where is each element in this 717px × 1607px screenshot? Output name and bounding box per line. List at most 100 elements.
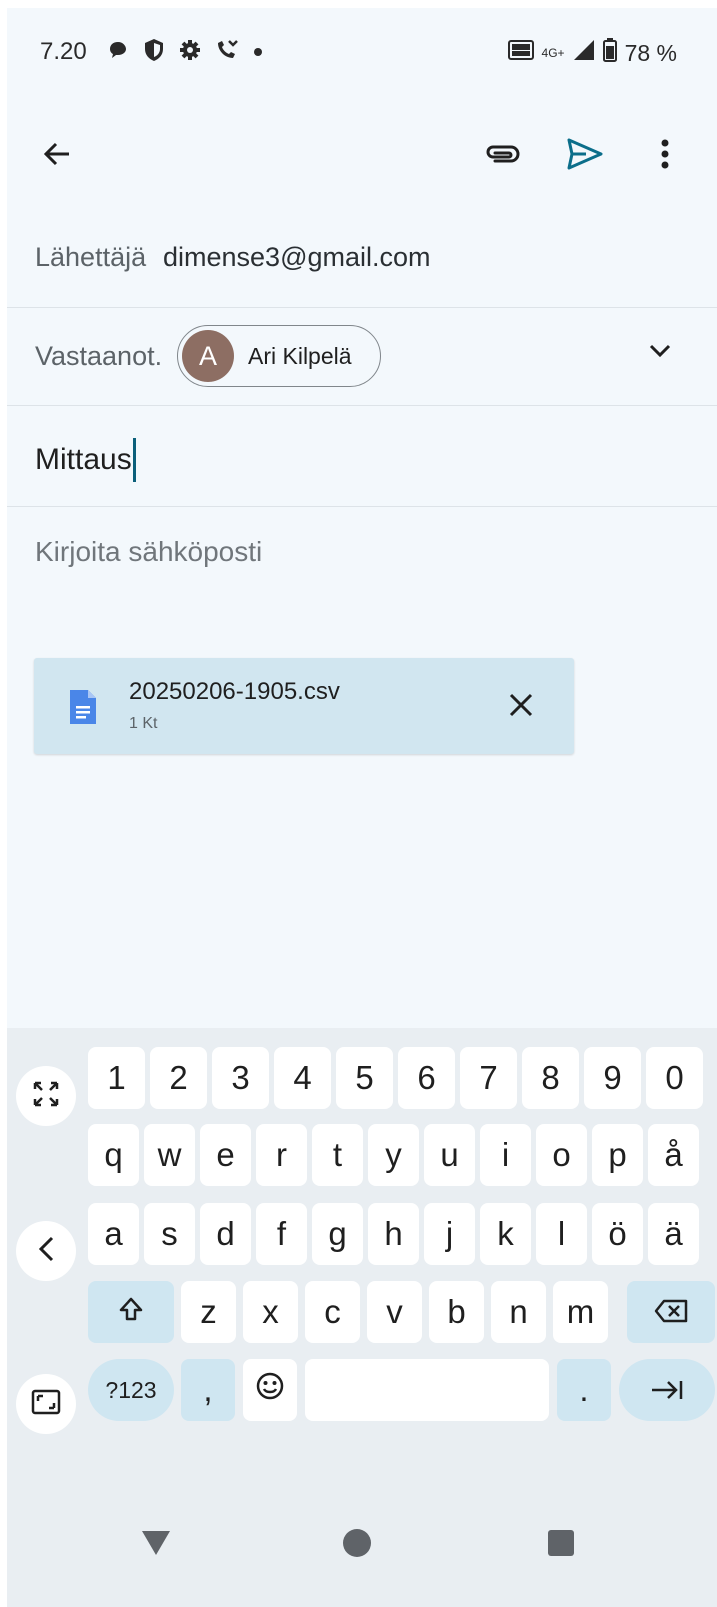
subject-text: Mittaus <box>35 443 132 476</box>
back-nav-button[interactable] <box>134 1523 178 1567</box>
to-label: Vastaanot. <box>35 341 163 371</box>
from-field[interactable]: dimense3@gmail.com <box>163 242 431 273</box>
battery-percent: 78 % <box>624 39 677 66</box>
divider <box>7 307 717 308</box>
period-key[interactable]: . <box>557 1359 611 1421</box>
backspace-icon <box>654 1293 688 1331</box>
app-bar <box>7 118 717 198</box>
expand-icon <box>31 1079 61 1114</box>
attach-button[interactable] <box>475 128 531 184</box>
document-icon <box>68 688 98 731</box>
attachment-name: 20250206-1905.csv <box>129 678 340 705</box>
body-field[interactable]: Kirjoita sähköposti <box>35 536 262 568</box>
key-8[interactable]: 8 <box>522 1047 579 1109</box>
key-c[interactable]: c <box>305 1281 360 1343</box>
shift-icon <box>117 1293 145 1331</box>
key-e[interactable]: e <box>200 1124 251 1186</box>
key-o[interactable]: o <box>536 1124 587 1186</box>
battery-icon <box>602 38 617 68</box>
home-nav-button[interactable] <box>335 1523 379 1567</box>
recipient-chip[interactable]: A Ari Kilpelä <box>177 325 381 387</box>
key-5[interactable]: 5 <box>336 1047 393 1109</box>
resize-keyboard-button[interactable] <box>16 1066 76 1126</box>
key-q[interactable]: q <box>88 1124 139 1186</box>
gear-icon <box>179 39 201 66</box>
remove-attachment-button[interactable] <box>496 682 546 732</box>
key-0[interactable]: 0 <box>646 1047 703 1109</box>
key-x[interactable]: x <box>243 1281 298 1343</box>
key-9[interactable]: 9 <box>584 1047 641 1109</box>
back-button[interactable] <box>29 128 85 184</box>
chevron-left-icon <box>37 1235 55 1268</box>
network-type: 4G+ <box>541 46 565 60</box>
key-d[interactable]: d <box>200 1203 251 1265</box>
expand-recipients-button[interactable] <box>640 333 680 373</box>
divider <box>7 405 717 406</box>
key-h[interactable]: h <box>368 1203 419 1265</box>
status-bar: 7.20 4G+ 78 % <box>7 8 717 96</box>
nav-recents-icon <box>548 1529 574 1561</box>
key-p[interactable]: p <box>592 1124 643 1186</box>
volte-icon <box>507 39 534 67</box>
recipient-name: Ari Kilpelä <box>248 342 352 369</box>
symbols-key[interactable]: ?123 <box>88 1359 174 1421</box>
key-2[interactable]: 2 <box>150 1047 207 1109</box>
key-s[interactable]: s <box>144 1203 195 1265</box>
chevron-down-icon <box>648 343 672 364</box>
key-y[interactable]: y <box>368 1124 419 1186</box>
key-j[interactable]: j <box>424 1203 475 1265</box>
emoji-key[interactable] <box>243 1359 297 1421</box>
key-i[interactable]: i <box>480 1124 531 1186</box>
key-g[interactable]: g <box>312 1203 363 1265</box>
compose-screen: 7. 2 0 4G+ 78 % Lähettäjä dimense3@gmail.c… <box>7 8 717 1607</box>
key-ä[interactable]: ä <box>648 1203 699 1265</box>
more-options-button[interactable] <box>637 128 693 184</box>
key-m[interactable]: m <box>553 1281 608 1343</box>
key-z[interactable]: z <box>181 1281 236 1343</box>
key-k[interactable]: k <box>480 1203 531 1265</box>
comma-key[interactable]: , <box>181 1359 235 1421</box>
subject-field[interactable]: Mittaus <box>35 438 136 482</box>
key-n[interactable]: n <box>491 1281 546 1343</box>
tab-key[interactable] <box>619 1359 715 1421</box>
key-l[interactable]: l <box>536 1203 587 1265</box>
key-a[interactable]: a <box>88 1203 139 1265</box>
key-6[interactable]: 6 <box>398 1047 455 1109</box>
key-1[interactable]: 1 <box>88 1047 145 1109</box>
dot-icon <box>253 44 263 62</box>
nav-home-icon <box>342 1528 372 1563</box>
key-4[interactable]: 4 <box>274 1047 331 1109</box>
signal-icon <box>573 39 595 67</box>
send-icon <box>566 137 604 176</box>
backspace-key[interactable] <box>627 1281 715 1343</box>
key-f[interactable]: f <box>256 1203 307 1265</box>
send-button[interactable] <box>557 128 613 184</box>
key-3[interactable]: 3 <box>212 1047 269 1109</box>
attach-icon <box>483 140 523 173</box>
key-w[interactable]: w <box>144 1124 195 1186</box>
chat-bubble-icon <box>107 39 129 66</box>
more-vert-icon <box>661 139 669 174</box>
avatar: A <box>182 330 234 382</box>
key-r[interactable]: r <box>256 1124 307 1186</box>
space-key[interactable] <box>305 1359 549 1421</box>
key-b[interactable]: b <box>429 1281 484 1343</box>
key-u[interactable]: u <box>424 1124 475 1186</box>
emoji-icon <box>255 1371 285 1409</box>
recents-nav-button[interactable] <box>539 1523 583 1567</box>
navigation-bar <box>7 1508 717 1607</box>
floating-keyboard-button[interactable] <box>16 1374 76 1434</box>
key-7[interactable]: 7 <box>460 1047 517 1109</box>
from-label: Lähettäjä <box>35 242 147 272</box>
key-å[interactable]: å <box>648 1124 699 1186</box>
close-icon <box>508 692 534 723</box>
key-t[interactable]: t <box>312 1124 363 1186</box>
text-cursor <box>132 438 136 482</box>
shift-key[interactable] <box>88 1281 174 1343</box>
keyboard-toolbar-button[interactable] <box>16 1221 76 1281</box>
key-v[interactable]: v <box>367 1281 422 1343</box>
attachment-card[interactable]: 20250206-1905.csv 1 Kt <box>34 658 574 754</box>
keyboard-mode-icon <box>31 1389 61 1420</box>
back-arrow-icon <box>41 138 73 175</box>
key-ö[interactable]: ö <box>592 1203 643 1265</box>
